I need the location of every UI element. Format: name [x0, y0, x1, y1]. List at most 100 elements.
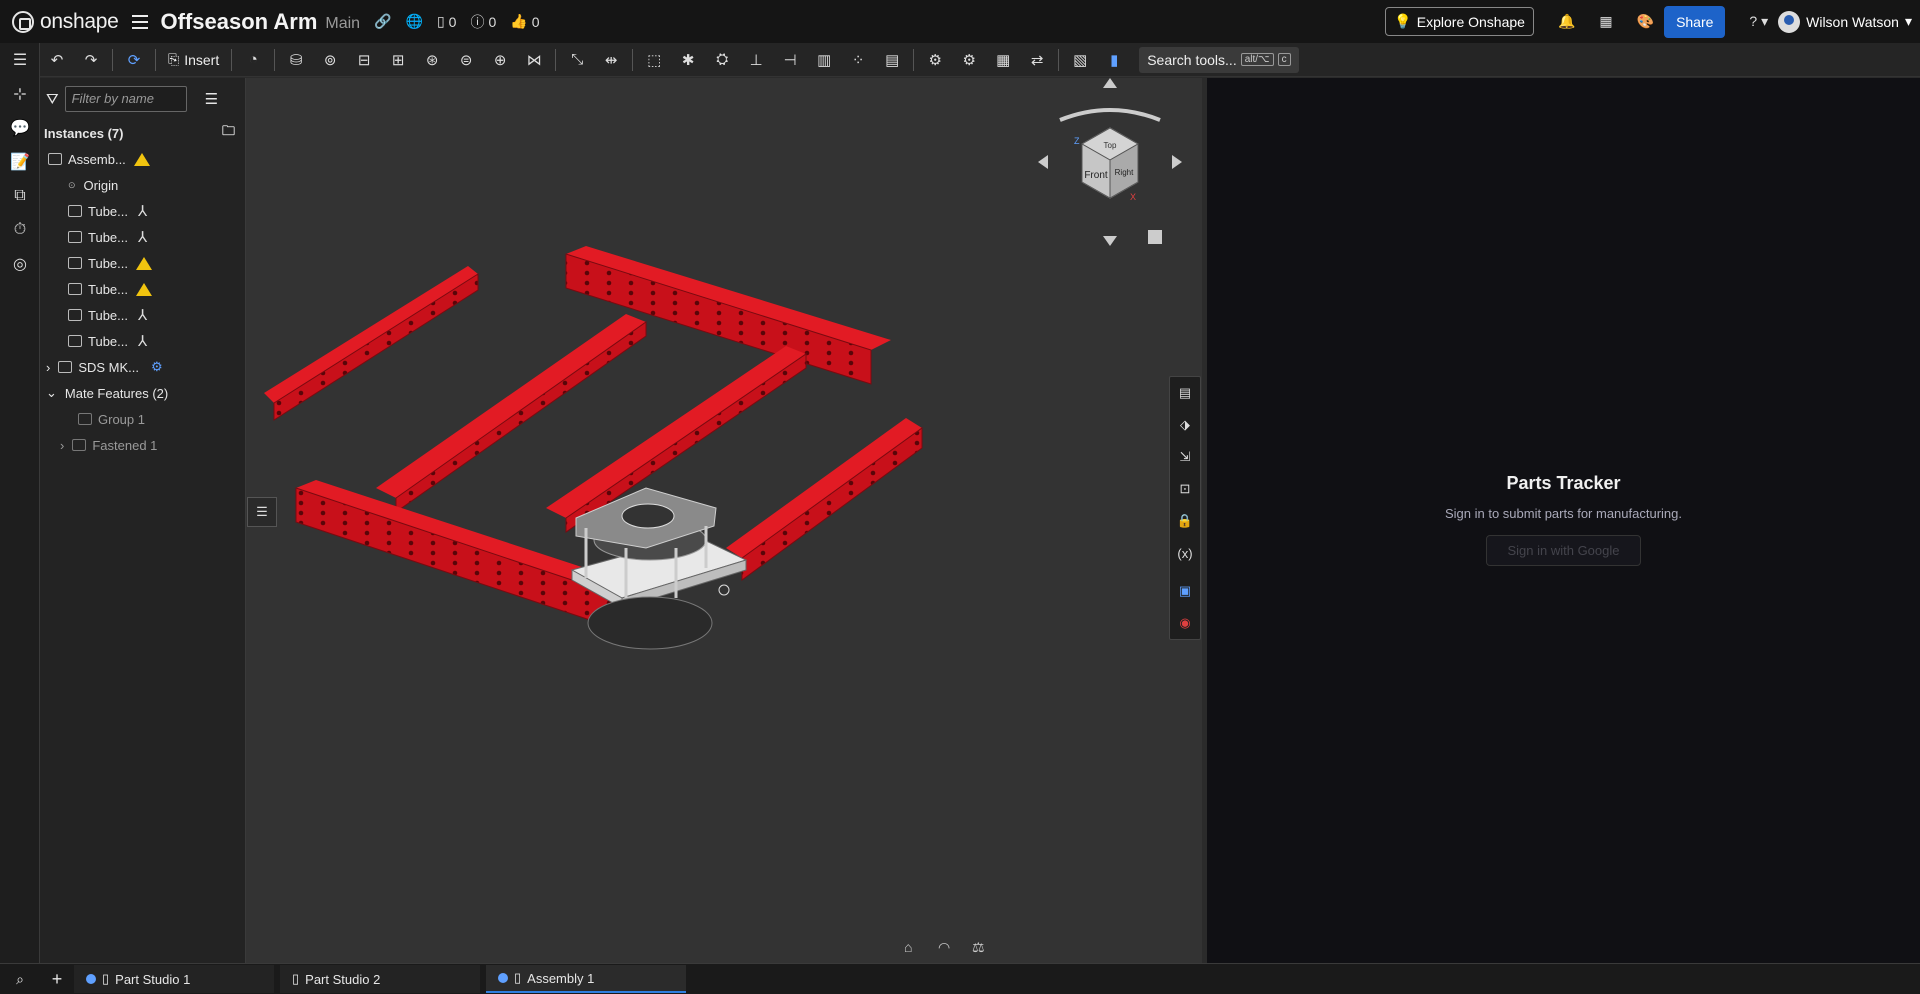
add-tab-icon[interactable]: +: [40, 969, 74, 990]
sign-in-google-button[interactable]: Sign in with Google: [1486, 535, 1641, 566]
slider-mate-icon[interactable]: ⊟: [347, 45, 381, 75]
mate-features-header[interactable]: ⌄ Mate Features (2): [40, 380, 245, 406]
menu-icon[interactable]: [132, 14, 149, 29]
tab-assembly-1[interactable]: ▯ Assembly 1: [486, 965, 686, 993]
mate-item-group[interactable]: Group 1: [40, 406, 245, 432]
help-icon[interactable]: ? ▾: [1749, 13, 1768, 30]
ball-mate-icon[interactable]: ⊕: [483, 45, 517, 75]
group-icon[interactable]: ⬚: [637, 45, 671, 75]
tree-item-origin[interactable]: ⊙ Origin: [40, 172, 245, 198]
versions-button[interactable]: ▯ 0: [437, 13, 457, 30]
screw-relation-icon[interactable]: ⊣: [773, 45, 807, 75]
properties-icon[interactable]: ▤: [1170, 377, 1200, 409]
link-icon[interactable]: 🔗: [374, 13, 391, 30]
search-tools-button[interactable]: Search tools... alt/⌥ c: [1139, 46, 1299, 73]
settings-gear-icon[interactable]: ⚙: [918, 45, 952, 75]
view-cube[interactable]: Top Front Right Z X: [1038, 78, 1182, 246]
app-icon[interactable]: ◉: [1170, 607, 1200, 639]
assembly-model[interactable]: Top Front Right Z X ⌂ ◠ ⚖: [246, 78, 1202, 963]
tree-item-tube[interactable]: Tube...: [40, 276, 245, 302]
planar-mate-icon[interactable]: ⊞: [381, 45, 415, 75]
gear-relation-icon[interactable]: ⛭: [705, 45, 739, 75]
tube-right[interactable]: [726, 418, 923, 581]
filter-input[interactable]: Filter by name: [64, 86, 187, 112]
tab-part-studio-2[interactable]: ▯ Part Studio 2: [280, 965, 480, 993]
swerve-module[interactable]: [570, 487, 748, 650]
view-mode-icon[interactable]: [1148, 230, 1162, 244]
tree-item-assembly[interactable]: Assemb...: [40, 146, 245, 172]
parts-icon[interactable]: ⧉: [0, 179, 40, 213]
panel-toggle-icon[interactable]: ☰: [247, 497, 277, 527]
rotate-right-arrow[interactable]: [1172, 155, 1182, 169]
grid-tool-icon[interactable]: ▦: [986, 45, 1020, 75]
width-mate-icon[interactable]: ⇹: [594, 45, 628, 75]
tree-item-tube[interactable]: Tube... ⅄: [40, 302, 245, 328]
tube-back[interactable]: [565, 246, 891, 385]
rotate-left-arrow[interactable]: [1038, 155, 1048, 169]
chevron-right-icon[interactable]: ›: [46, 360, 50, 375]
search-tabs-icon[interactable]: ⌕: [0, 971, 40, 988]
inspect-icon[interactable]: ◎: [0, 247, 40, 281]
chevron-right-icon[interactable]: ›: [60, 438, 64, 453]
linear-relation-icon[interactable]: ▥: [807, 45, 841, 75]
rotate-down-arrow[interactable]: [1103, 236, 1117, 246]
arc-view-icon[interactable]: ◠: [938, 939, 950, 955]
measure-icon[interactable]: ▧: [1063, 45, 1097, 75]
palette-icon[interactable]: 🎨: [1637, 13, 1654, 30]
tree-item-sds[interactable]: › SDS MK... ⚙: [40, 354, 245, 380]
explode-icon[interactable]: ⁘: [841, 45, 875, 75]
graphics-viewport[interactable]: Top Front Right Z X ⌂ ◠ ⚖: [246, 78, 1202, 963]
cylindrical-mate-icon[interactable]: ⊛: [415, 45, 449, 75]
filter-icon[interactable]: ⛛: [46, 91, 59, 108]
mate-connector-icon[interactable]: ⊹: [0, 77, 40, 111]
like-button[interactable]: 👍 0: [510, 13, 539, 30]
user-menu[interactable]: Wilson Watson ▾: [1778, 10, 1912, 33]
mate-connector-tool-icon[interactable]: ✱: [671, 45, 705, 75]
view-cube-right[interactable]: Right: [1115, 168, 1134, 177]
view-cube-front[interactable]: Front: [1084, 170, 1108, 181]
tree-item-tube[interactable]: Tube... ⅄: [40, 328, 245, 354]
section-view-icon[interactable]: ⌂: [904, 939, 912, 955]
chart-tool-icon[interactable]: ▮: [1097, 45, 1131, 75]
apps-icon[interactable]: ▦: [1599, 13, 1612, 30]
notes-icon[interactable]: 📝: [0, 145, 40, 179]
balance-icon[interactable]: ⚖: [972, 939, 985, 955]
parallel-mate-icon[interactable]: ⋈: [517, 45, 551, 75]
list-view-icon[interactable]: ☰: [205, 90, 218, 108]
revolute-mate-icon[interactable]: ⊚: [313, 45, 347, 75]
replicate-icon[interactable]: ◔: [236, 45, 270, 75]
pin-slot-mate-icon[interactable]: ⊜: [449, 45, 483, 75]
branch-name[interactable]: Main: [325, 15, 360, 33]
explore-onshape-button[interactable]: 💡 Explore Onshape: [1385, 7, 1534, 36]
onshape-logo[interactable]: onshape: [12, 10, 119, 34]
chevron-down-icon[interactable]: ⌄: [46, 385, 57, 401]
fastened-mate-icon[interactable]: ⛁: [279, 45, 313, 75]
notifications-icon[interactable]: 🔔: [1558, 13, 1575, 30]
comments-icon[interactable]: 💬: [0, 111, 40, 145]
appearance-icon[interactable]: ⬗: [1170, 409, 1200, 441]
new-folder-icon[interactable]: 🗀: [222, 122, 235, 144]
refresh-icon[interactable]: ⟳: [117, 45, 151, 75]
view-cube-top[interactable]: Top: [1104, 141, 1117, 150]
mate-view-icon[interactable]: ⇲: [1170, 441, 1200, 473]
section-icon[interactable]: ⊡: [1170, 473, 1200, 505]
rack-pinion-icon[interactable]: ⊥: [739, 45, 773, 75]
undo-icon[interactable]: ↶: [40, 45, 74, 75]
transform-icon[interactable]: ⇄: [1020, 45, 1054, 75]
config-gear-icon[interactable]: ⚙: [952, 45, 986, 75]
history-icon[interactable]: ⏱: [0, 213, 40, 247]
issues-button[interactable]: ⓘ 0: [470, 12, 496, 32]
rotate-up-arrow[interactable]: [1103, 78, 1117, 88]
feature-list-icon[interactable]: ☰: [0, 43, 40, 77]
variables-icon[interactable]: (x): [1170, 537, 1200, 569]
insert-button[interactable]: ⎘ Insert: [160, 51, 227, 68]
parts-tracker-icon[interactable]: ▣: [1170, 575, 1200, 607]
tab-part-studio-1[interactable]: ▯ Part Studio 1: [74, 965, 274, 993]
tree-item-tube[interactable]: Tube...: [40, 250, 245, 276]
bom-icon[interactable]: ▤: [875, 45, 909, 75]
tree-item-tube[interactable]: Tube... ⅄: [40, 224, 245, 250]
redo-icon[interactable]: ↷: [74, 45, 108, 75]
lock-icon[interactable]: 🔒: [1170, 505, 1200, 537]
share-button[interactable]: Share: [1664, 5, 1726, 38]
tree-item-tube[interactable]: Tube... ⅄: [40, 198, 245, 224]
